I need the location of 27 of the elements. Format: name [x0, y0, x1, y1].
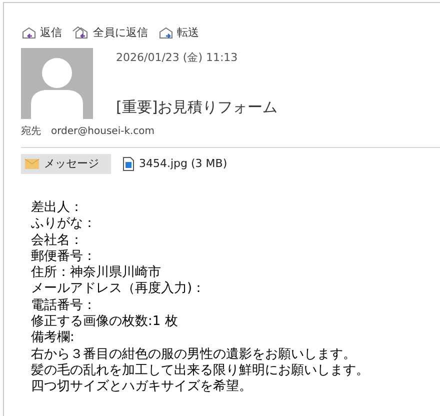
- forward-icon: [158, 26, 174, 40]
- body-text-line: 修正する画像の枚数:1 枚: [31, 314, 178, 330]
- recipient-address: order@housei-k.com: [51, 125, 155, 139]
- body-text-line: 電話番号：: [31, 298, 96, 314]
- body-text-line: ふりがな：: [31, 216, 96, 233]
- avatar-icon: [21, 48, 93, 119]
- envelope-icon: [25, 159, 39, 169]
- attachment-tab[interactable]: 3454.jpg (3 MB): [119, 154, 232, 174]
- reply-all-icon: [72, 26, 90, 40]
- body-text-line: メールアドレス（再度入力)：: [31, 281, 206, 298]
- body-text-line: 住所：神奈川県川崎市: [31, 265, 161, 281]
- body-text-line: 会社名：: [31, 232, 83, 249]
- body-text-line: 郵便番号：: [31, 248, 96, 265]
- body-text-line: 差出人：: [31, 200, 83, 216]
- reply-icon: [21, 26, 37, 40]
- body-text-line: 右から３番目の紺色の服の男性の遺影をお願いします。: [31, 346, 356, 363]
- message-subject: [重要]お見積りフォーム: [116, 96, 278, 118]
- recipient-label: 宛先: [21, 124, 41, 139]
- image-file-icon: [123, 157, 134, 171]
- message-tab[interactable]: メッセージ: [21, 154, 111, 174]
- body-text-line: 髪の毛の乱れを加工して出来る限り鮮明にお願いします。: [31, 362, 369, 379]
- body-text-line: 四つ切サイズとハガキサイズを希望。: [31, 379, 252, 396]
- body-text-line: 備考欄:: [31, 330, 74, 347]
- reply-button[interactable]: 返信: [21, 24, 62, 42]
- reply-all-button[interactable]: 全員に返信: [72, 24, 148, 42]
- forward-button[interactable]: 転送: [158, 24, 199, 42]
- message-date: 2026/01/23 (金) 11:13: [116, 50, 239, 66]
